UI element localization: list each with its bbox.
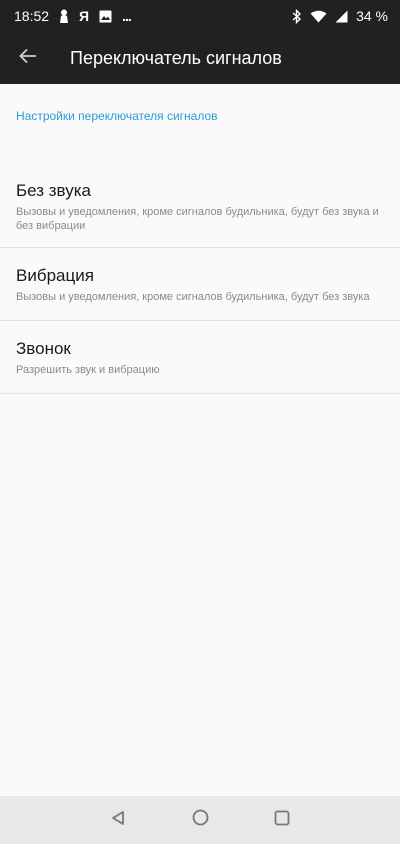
arrow-left-icon [19, 48, 37, 69]
back-button[interactable] [0, 32, 56, 84]
option-ring[interactable]: Звонок Разрешить звук и вибрацию [0, 321, 400, 394]
home-circle-icon [192, 809, 209, 831]
cellular-signal-icon [335, 10, 348, 23]
recents-square-icon [274, 810, 290, 831]
page-title: Переключатель сигналов [70, 47, 282, 68]
bluetooth-icon [292, 8, 302, 24]
battery-percent: 34 % [356, 8, 388, 24]
navigation-bar [0, 796, 400, 844]
nav-back-button[interactable] [107, 809, 129, 831]
nav-home-button[interactable] [189, 809, 211, 831]
person-silhouette-icon [59, 9, 69, 23]
section-header: Настройки переключателя сигналов [16, 109, 218, 123]
back-triangle-icon [111, 810, 125, 831]
option-silent[interactable]: Без звука Вызовы и уведомления, кроме си… [0, 133, 400, 248]
yandex-icon: Я [79, 8, 90, 24]
status-bar: 18:52 Я ... 34 % [0, 0, 400, 32]
option-summary: Вызовы и уведомления, кроме сигналов буд… [16, 291, 370, 303]
settings-list: Настройки переключателя сигналов Без зву… [0, 84, 400, 394]
option-summary: Вызовы и уведомления, кроме сигналов буд… [16, 206, 379, 232]
option-title: Вибрация [16, 266, 94, 285]
app-bar: Переключатель сигналов [0, 32, 400, 84]
option-title: Звонок [16, 339, 71, 358]
status-time: 18:52 [14, 8, 50, 24]
wifi-icon [310, 10, 327, 23]
option-summary: Разрешить звук и вибрацию [16, 364, 160, 376]
image-icon [99, 10, 112, 23]
more-notifications-icon: ... [122, 8, 132, 24]
nav-recents-button[interactable] [271, 809, 293, 831]
option-vibrate[interactable]: Вибрация Вызовы и уведомления, кроме сиг… [0, 248, 400, 321]
option-title: Без звука [16, 181, 91, 200]
